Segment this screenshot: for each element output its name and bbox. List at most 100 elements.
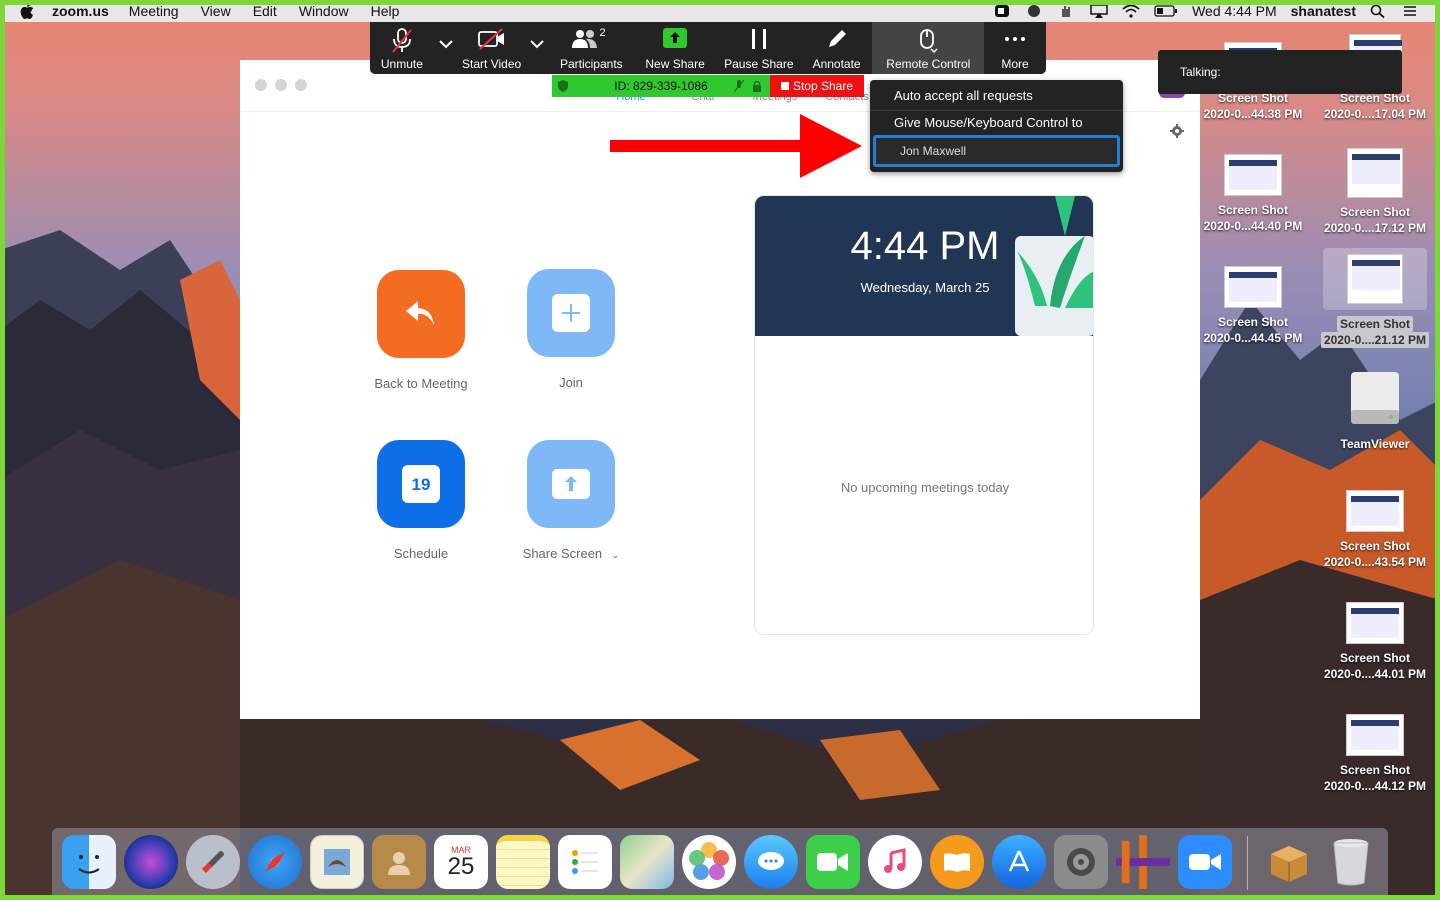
participants-button[interactable]: 2 Participants	[549, 22, 633, 74]
calendar-icon[interactable]: MAR 25	[434, 835, 488, 889]
notification-center-icon[interactable]	[1402, 4, 1420, 18]
screenshot-thumbnail-icon	[1346, 602, 1404, 644]
zoom-status-icon[interactable]	[994, 4, 1012, 18]
screenshot-thumbnail-icon	[1224, 154, 1282, 196]
safari-icon[interactable]	[248, 835, 302, 889]
schedule-button[interactable]: 19	[377, 440, 465, 528]
menu-meeting[interactable]: Meeting	[129, 3, 179, 19]
auto-accept-menu-item[interactable]: Auto accept all requests	[870, 88, 1123, 103]
launchpad-icon[interactable]	[186, 835, 240, 889]
start-video-button[interactable]: Start Video	[458, 22, 526, 74]
video-options-button[interactable]	[526, 22, 550, 74]
unmute-button[interactable]: Unmute	[370, 22, 434, 74]
contact-person-icon	[388, 852, 410, 875]
share-screen-text: Share Screen	[522, 546, 603, 561]
desktop-file-icon[interactable]: Screen Shot 2020-0....17.12 PM	[1315, 148, 1435, 236]
spotlight-search-icon[interactable]	[1370, 4, 1388, 19]
ibooks-icon[interactable]	[930, 835, 984, 889]
mic-muted-icon	[392, 28, 412, 53]
minimize-window-button[interactable]	[275, 79, 287, 91]
app-icon[interactable]	[1116, 835, 1170, 889]
unmute-label: Unmute	[380, 57, 423, 71]
talking-label: Talking:	[1180, 65, 1221, 79]
siri-icon[interactable]	[124, 835, 178, 889]
pause-share-button[interactable]: Pause Share	[717, 22, 801, 74]
desktop-file-icon[interactable]: Screen Shot 2020-0...44.40 PM	[1193, 154, 1313, 234]
share-screen-button[interactable]	[527, 440, 615, 528]
more-button[interactable]: More	[984, 22, 1046, 74]
new-share-button[interactable]: New Share	[633, 22, 717, 74]
meeting-id-bar[interactable]: ID: 829-339-1086	[552, 75, 770, 97]
settings-gear-icon[interactable]	[1170, 124, 1184, 138]
chevron-down-icon[interactable]: ⌄	[612, 550, 620, 560]
participant-menu-item[interactable]: Jon Maxwell	[873, 135, 1120, 167]
cross-logo-icon	[1116, 835, 1170, 889]
facetime-icon[interactable]	[806, 835, 860, 889]
music-note-icon	[884, 848, 906, 873]
stop-share-button[interactable]: Stop Share	[770, 75, 864, 97]
screenshot-thumbnail-icon	[1346, 714, 1404, 756]
plus-icon	[552, 294, 590, 332]
file-name-suffix: 2020-0...44.40 PM	[1203, 219, 1303, 233]
itunes-icon[interactable]	[868, 835, 922, 889]
menu-divider	[870, 110, 1123, 111]
system-preferences-icon[interactable]	[1054, 835, 1108, 889]
screenshot-thumbnail-icon	[1224, 266, 1282, 308]
rocket-icon	[202, 851, 224, 873]
close-window-button[interactable]	[255, 79, 267, 91]
menubar-user[interactable]: shanatest	[1291, 3, 1356, 19]
contacts-icon[interactable]	[372, 835, 426, 889]
menu-help[interactable]: Help	[371, 3, 400, 19]
give-control-menu-item[interactable]: Give Mouse/Keyboard Control to	[870, 115, 1123, 130]
audio-options-button[interactable]	[434, 22, 458, 74]
share-status-bar: ID: 829-339-1086 Stop Share	[552, 75, 864, 97]
menu-view[interactable]: View	[201, 3, 231, 19]
hand-icon[interactable]	[1058, 4, 1076, 18]
annotate-button[interactable]: Annotate	[801, 22, 873, 74]
desktop-file-icon[interactable]: Screen Shot 2020-0....44.12 PM	[1315, 714, 1435, 794]
battery-icon[interactable]	[1154, 4, 1178, 18]
upcoming-meetings-card: 4:44 PM Wednesday, March 25 No upcoming …	[754, 195, 1094, 635]
teamviewer-drive-icon[interactable]: TeamViewer	[1315, 370, 1435, 452]
wifi-icon[interactable]	[1122, 4, 1140, 18]
participants-label: Participants	[559, 57, 623, 71]
desktop-file-icon[interactable]: Screen Shot 2020-0....44.01 PM	[1315, 602, 1435, 682]
app-store-icon[interactable]	[992, 835, 1046, 889]
video-off-icon	[477, 28, 504, 50]
maps-icon[interactable]	[620, 835, 674, 889]
apple-menu-icon[interactable]	[20, 3, 38, 19]
finder-icon[interactable]	[62, 835, 116, 889]
desktop-file-icon[interactable]: Screen Shot 2020-0....43.54 PM	[1315, 490, 1435, 570]
extension-icon[interactable]	[1026, 4, 1044, 18]
menu-window[interactable]: Window	[299, 3, 349, 19]
zoom-window-button[interactable]	[295, 79, 307, 91]
remote-control-button[interactable]: Remote Control	[872, 22, 985, 74]
menu-app-name[interactable]: zoom.us	[52, 3, 109, 19]
desktop-file-icon[interactable]: Screen Shot 2020-0...44.45 PM	[1193, 266, 1313, 346]
airplay-icon[interactable]	[1090, 4, 1108, 18]
zoom-icon[interactable]	[1178, 835, 1232, 889]
participant-count: 2	[599, 27, 606, 39]
mail-icon[interactable]	[310, 835, 364, 889]
desktop-file-icon-selected[interactable]: Screen Shot 2020-0....21.12 PM	[1315, 248, 1435, 348]
photos-icon[interactable]	[682, 835, 736, 889]
package-box-icon	[1271, 846, 1307, 882]
start-video-label: Start Video	[462, 57, 522, 71]
notes-icon[interactable]	[496, 835, 550, 889]
share-screen-label[interactable]: Share Screen ⌄	[491, 546, 651, 561]
join-button[interactable]	[527, 269, 615, 357]
menubar-clock[interactable]: Wed 4:44 PM	[1192, 3, 1277, 19]
file-name: Screen Shot	[1339, 205, 1411, 219]
current-date: Wednesday, March 25	[860, 280, 990, 295]
back-to-meeting-button[interactable]	[377, 270, 465, 358]
trash-icon[interactable]	[1324, 835, 1378, 889]
open-book-icon	[944, 853, 970, 872]
chevron-down-icon	[530, 40, 545, 49]
video-camera-icon	[817, 853, 848, 871]
reminders-icon[interactable]	[558, 835, 612, 889]
installer-icon[interactable]	[1262, 835, 1316, 889]
clock-header: 4:44 PM Wednesday, March 25	[755, 196, 1093, 336]
messages-icon[interactable]	[744, 835, 798, 889]
file-name-suffix: 2020-0....17.12 PM	[1323, 221, 1427, 235]
menu-edit[interactable]: Edit	[253, 3, 277, 19]
